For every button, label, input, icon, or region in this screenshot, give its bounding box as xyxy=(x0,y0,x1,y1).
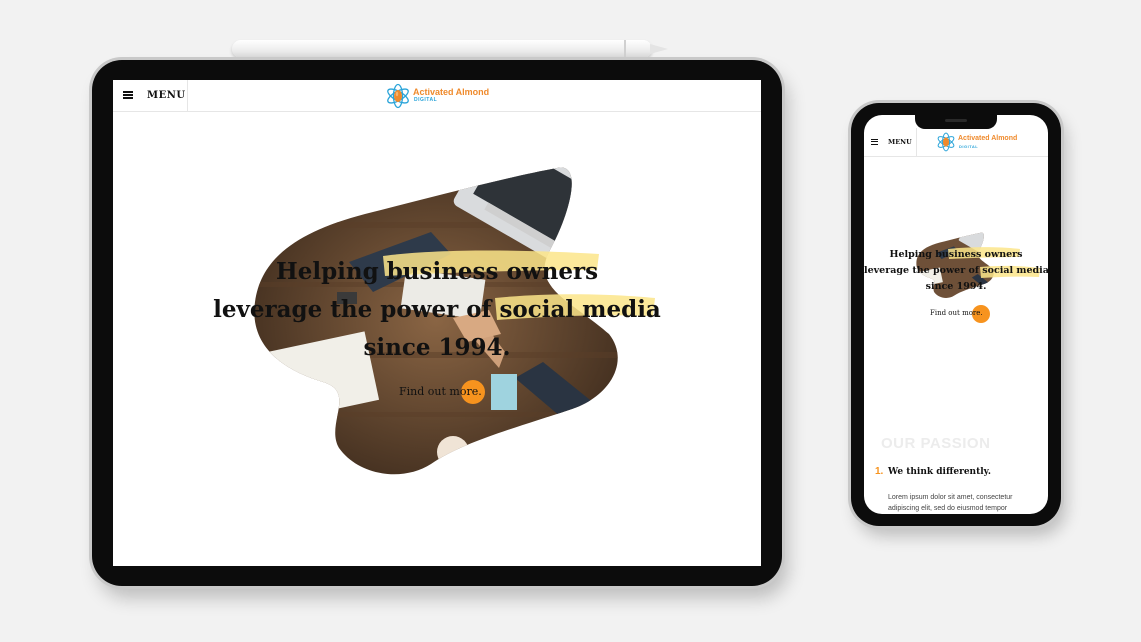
mobile-headline-line-2: leverage the power of social media xyxy=(864,265,1048,276)
passion-item-number: 1. xyxy=(875,466,884,477)
passion-item-title: We think differently. xyxy=(888,467,992,477)
pencil-band xyxy=(624,40,626,58)
tablet-device-frame: MENU Activated Almond DIGITAL Helping bu… xyxy=(92,60,782,586)
find-out-more-link[interactable]: Find out more. xyxy=(399,385,482,398)
passion-item-body: Lorem ipsum dolor sit amet, consectetur … xyxy=(888,494,1013,512)
headline-line-2: leverage the power of social media xyxy=(213,296,661,323)
phone-device-frame: MENU Activated Almond DIGITAL Helping bu… xyxy=(851,103,1061,526)
mobile-hero-headline: Helping business owners leverage the pow… xyxy=(864,247,1048,295)
mobile-find-out-more-link[interactable]: Find out more. xyxy=(930,309,983,317)
headline-line-3: since 1994. xyxy=(363,334,511,361)
stylus-pencil xyxy=(232,40,668,58)
section-title-our-passion: OUR PASSION xyxy=(881,435,991,452)
tablet-screen: MENU Activated Almond DIGITAL Helping bu… xyxy=(113,80,761,566)
hero-headline: Helping business owners leverage the pow… xyxy=(113,253,761,367)
mobile-headline-line-1: Helping business owners xyxy=(889,249,1023,260)
phone-screen: MENU Activated Almond DIGITAL Helping bu… xyxy=(864,115,1048,514)
headline-line-1: Helping business owners xyxy=(275,258,599,285)
pencil-tip xyxy=(650,44,668,54)
mobile-headline-line-3: since 1994. xyxy=(925,281,987,292)
